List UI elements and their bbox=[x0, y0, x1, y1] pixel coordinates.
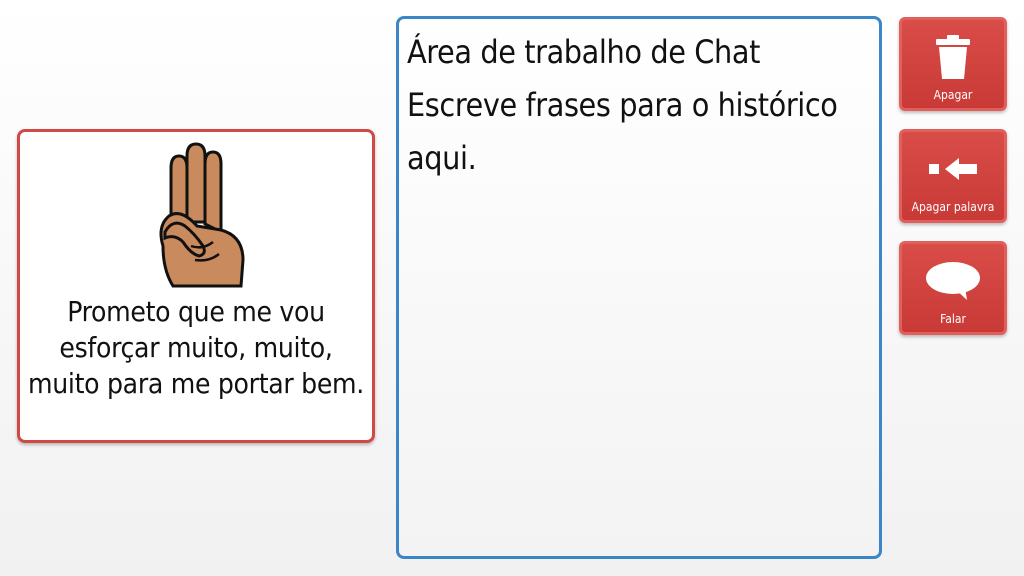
chat-workspace[interactable]: Área de trabalho de Chat Escreve frases … bbox=[396, 16, 882, 559]
backspace-arrow-icon bbox=[902, 142, 1004, 196]
aac-board: Prometo que me vou esforçar muito, muito… bbox=[0, 0, 1024, 576]
speak-button[interactable]: Falar bbox=[899, 241, 1007, 335]
three-fingers-hand-icon bbox=[159, 142, 245, 288]
trash-icon bbox=[902, 30, 1004, 84]
symbol-card[interactable]: Prometo que me vou esforçar muito, muito… bbox=[17, 129, 375, 443]
chat-placeholder-line-2: Escreve frases para o histórico bbox=[407, 86, 838, 124]
delete-button-label: Apagar bbox=[933, 88, 973, 102]
delete-word-button[interactable]: Apagar palavra bbox=[899, 129, 1007, 223]
chat-placeholder-line-3: aqui. bbox=[407, 139, 477, 177]
speak-button-label: Falar bbox=[940, 312, 966, 326]
delete-word-button-label: Apagar palavra bbox=[911, 200, 995, 214]
speech-bubble-icon bbox=[902, 254, 1004, 308]
symbol-caption: Prometo que me vou esforçar muito, muito… bbox=[28, 295, 364, 400]
delete-button[interactable]: Apagar bbox=[899, 17, 1007, 111]
chat-placeholder-line-1: Área de trabalho de Chat bbox=[407, 33, 760, 71]
